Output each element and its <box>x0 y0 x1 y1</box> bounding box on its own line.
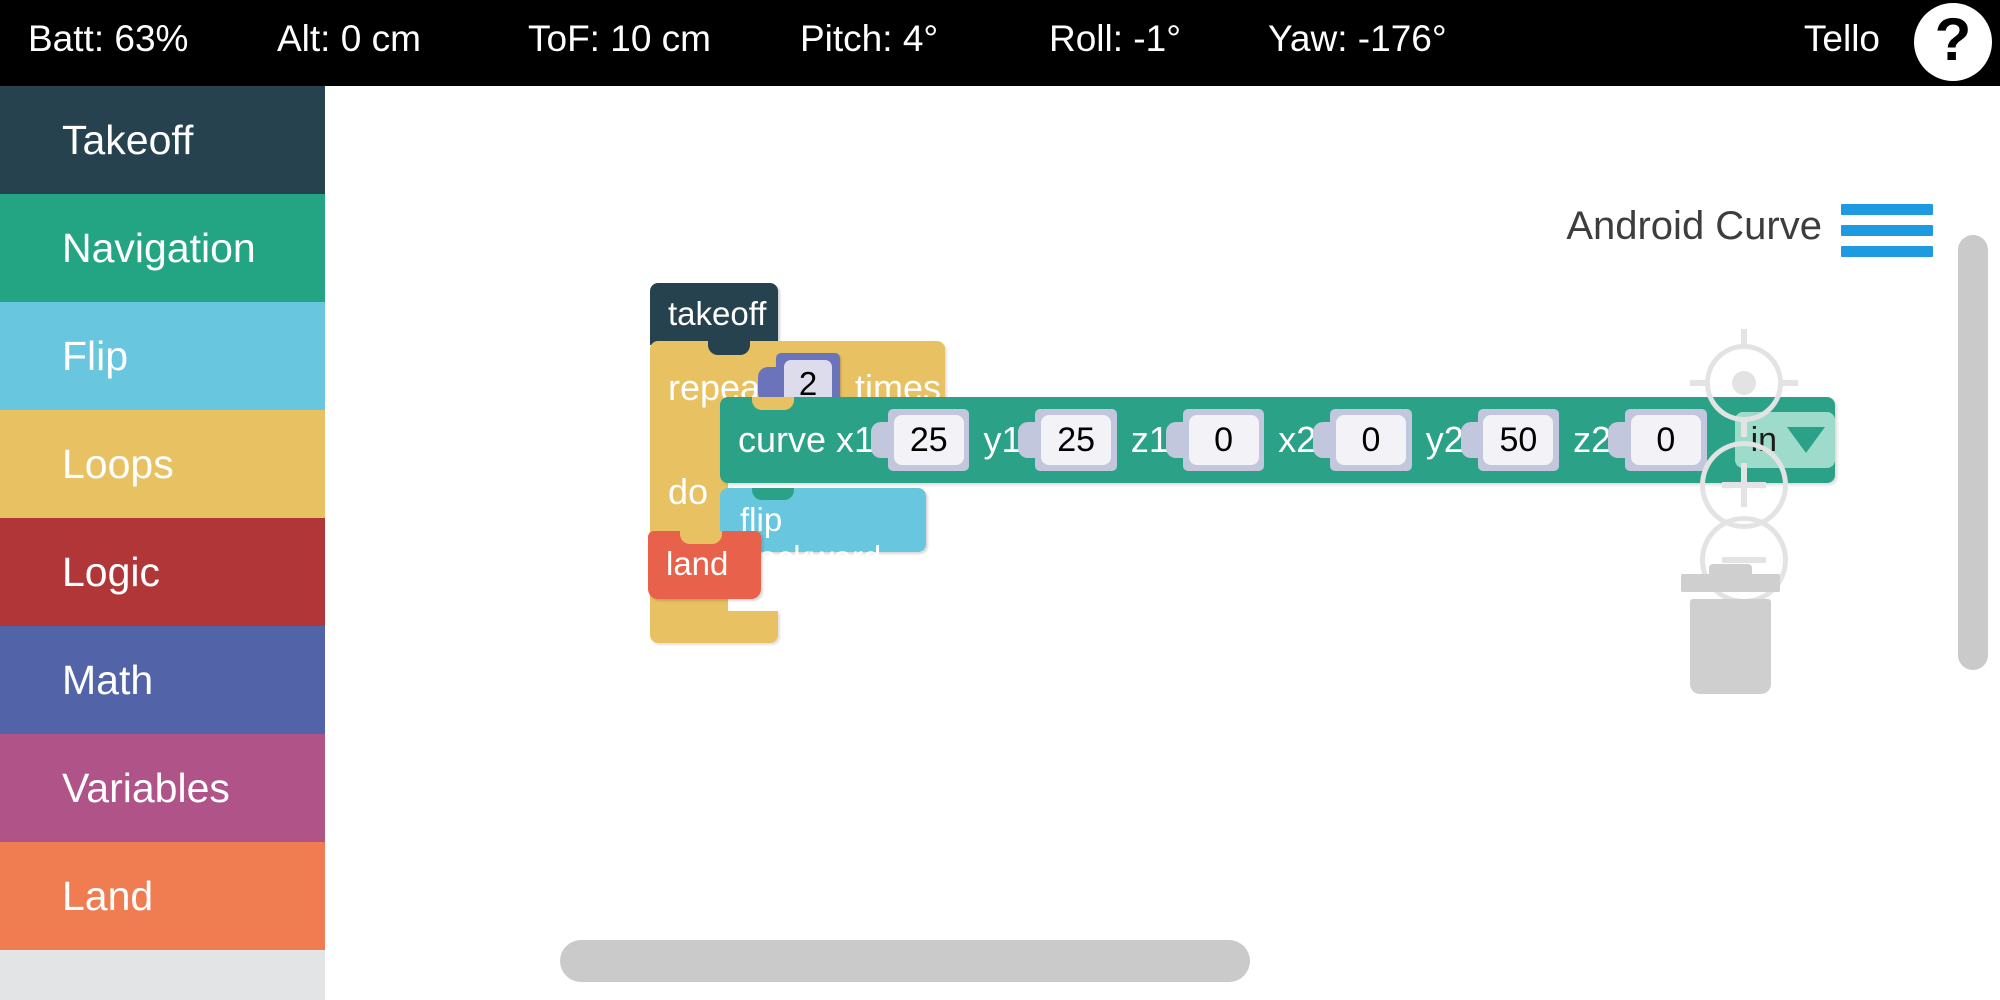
crosshair-tick <box>1741 417 1747 437</box>
sidebar-item-flip[interactable]: Flip <box>0 302 325 410</box>
status-battery: Batt: 63% <box>28 18 189 59</box>
block-takeoff-label: takeoff <box>668 295 767 332</box>
plug-icon <box>1460 422 1480 458</box>
curve-y2-socket[interactable]: 50 <box>1460 409 1560 471</box>
status-roll: Roll: -1° <box>1049 18 1181 59</box>
curve-z2-input[interactable]: 0 <box>1630 415 1701 465</box>
plug-icon <box>1165 422 1185 458</box>
blockly-workspace[interactable]: Android Curve takeoff repeat 2 times do … <box>325 86 2000 1000</box>
curve-z2-socket[interactable]: 0 <box>1608 409 1707 471</box>
crosshair-dot <box>1732 371 1756 395</box>
horizontal-scrollbar[interactable] <box>560 940 1250 982</box>
help-icon[interactable]: ? <box>1914 3 1992 81</box>
curve-z1-input[interactable]: 0 <box>1188 415 1259 465</box>
sidebar-item-label: Flip <box>62 332 129 379</box>
plus-icon <box>1741 463 1747 507</box>
trash-lid <box>1681 574 1780 592</box>
sidebar-item-math[interactable]: Math <box>0 626 325 734</box>
status-altitude: Alt: 0 cm <box>277 18 421 59</box>
sidebar-item-loops[interactable]: Loops <box>0 410 325 518</box>
block-flip-label: flip backward <box>740 501 882 576</box>
plug-icon <box>871 422 891 458</box>
crosshair-icon[interactable] <box>1690 329 1798 437</box>
curve-y1-input[interactable]: 25 <box>1041 415 1112 465</box>
block-notch <box>708 341 750 355</box>
block-notch <box>680 531 722 544</box>
sidebar-item-label: Variables <box>62 764 230 811</box>
curve-x2-input[interactable]: 0 <box>1336 415 1407 465</box>
block-land[interactable]: land <box>648 531 761 599</box>
block-land-label: land <box>666 545 729 582</box>
status-tof: ToF: 10 cm <box>528 18 711 59</box>
vertical-scrollbar[interactable] <box>1958 235 1988 670</box>
block-repeat-foot <box>650 611 778 643</box>
status-yaw: Yaw: -176° <box>1268 18 1447 59</box>
curve-z2-label: z2 <box>1573 419 1612 460</box>
curve-x1-socket[interactable]: 25 <box>871 409 970 471</box>
sidebar-item-label: Logic <box>62 548 161 595</box>
curve-z1-label: z1 <box>1130 419 1169 460</box>
curve-y1-socket[interactable]: 25 <box>1018 409 1117 471</box>
crosshair-tick <box>1778 380 1798 386</box>
status-drone-name: Tello <box>1803 18 1880 59</box>
chevron-down-icon <box>1787 427 1826 453</box>
sidebar-item-takeoff[interactable]: Takeoff <box>0 86 325 194</box>
sidebar-item-label: Loops <box>62 440 174 487</box>
plug-icon <box>1608 422 1628 458</box>
help-icon-glyph: ? <box>1934 6 1972 73</box>
block-notch <box>752 397 794 410</box>
curve-z1-socket[interactable]: 0 <box>1165 409 1265 471</box>
curve-y2-label: y2 <box>1425 419 1464 460</box>
block-takeoff[interactable]: takeoff <box>650 283 778 345</box>
status-pitch: Pitch: 4° <box>800 18 939 59</box>
block-curve-label: curve x1 <box>738 419 875 460</box>
app-root: Batt: 63% Alt: 0 cm ToF: 10 cm Pitch: 4°… <box>0 0 2000 1000</box>
curve-x1-input[interactable]: 25 <box>893 415 964 465</box>
curve-y2-input[interactable]: 50 <box>1483 415 1554 465</box>
crosshair-tick <box>1690 380 1710 386</box>
curve-y1-label: y1 <box>983 419 1022 460</box>
sidebar-item-label: Takeoff <box>62 116 194 163</box>
sidebar-item-label: Math <box>62 656 154 703</box>
trash-icon[interactable] <box>1678 561 1783 696</box>
curve-x2-socket[interactable]: 0 <box>1313 409 1412 471</box>
trash-body <box>1690 599 1771 694</box>
sidebar-item-land[interactable]: Land <box>0 842 325 950</box>
sidebar-item-logic[interactable]: Logic <box>0 518 325 626</box>
sidebar-item-navigation[interactable]: Navigation <box>0 194 325 302</box>
curve-x2-label: x2 <box>1278 419 1317 460</box>
block-notch <box>752 488 794 500</box>
drone-status-bar: Batt: 63% Alt: 0 cm ToF: 10 cm Pitch: 4°… <box>0 0 2000 86</box>
sidebar-item-label: Navigation <box>62 224 256 271</box>
sidebar-item-variables[interactable]: Variables <box>0 734 325 842</box>
sidebar-item-label: Land <box>62 872 154 919</box>
plug-icon <box>1313 422 1333 458</box>
plug-icon <box>1018 422 1038 458</box>
block-repeat-do-label: do <box>668 471 709 512</box>
category-sidebar: Takeoff Navigation Flip Loops Logic Math… <box>0 86 325 1000</box>
block-curve[interactable]: curve x1 25 y1 25 z1 0 x2 0 y2 50 z2 0 i… <box>720 397 1836 483</box>
sidebar-filler <box>0 950 325 1000</box>
crosshair-tick <box>1741 329 1747 349</box>
